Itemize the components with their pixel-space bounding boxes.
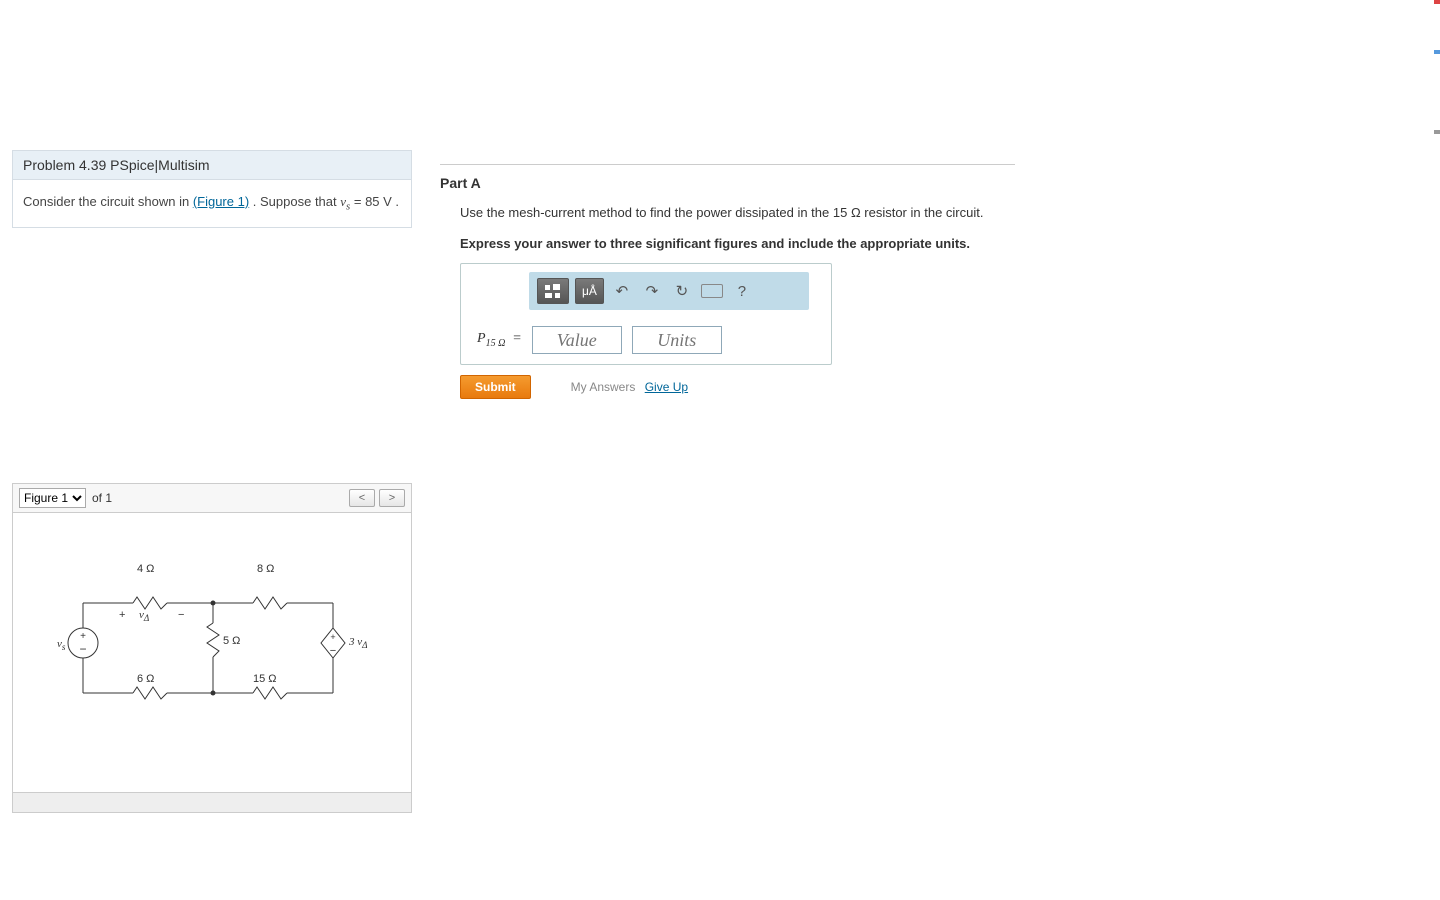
r5-label: 5 Ω xyxy=(223,635,240,647)
submit-button[interactable]: Submit xyxy=(460,375,531,399)
units-input[interactable] xyxy=(632,326,722,354)
figure-header: Figure 1 of 1 < > xyxy=(12,483,412,513)
r15-label: 15 Ω xyxy=(253,673,277,685)
svg-text:−: − xyxy=(330,645,336,657)
scroll-mark xyxy=(1434,50,1440,54)
figure-footer xyxy=(12,793,412,813)
templates-icon xyxy=(544,283,562,299)
aux-links: My Answers Give Up xyxy=(571,380,688,394)
redo-button[interactable]: ↷ xyxy=(640,278,664,304)
units-button[interactable]: μÅ xyxy=(575,278,604,304)
given-eq: = 85 V . xyxy=(350,194,399,209)
vdelta-plus: + xyxy=(119,609,125,621)
give-up-link[interactable]: Give Up xyxy=(645,380,688,394)
undo-button[interactable]: ↶ xyxy=(610,278,634,304)
vs-label: vs xyxy=(57,638,65,652)
svg-text:+: + xyxy=(80,631,86,642)
question-text: Use the mesh-current method to find the … xyxy=(460,205,1040,220)
value-input[interactable] xyxy=(532,326,622,354)
instruction-text: Express your answer to three significant… xyxy=(460,236,1040,251)
r8-label: 8 Ω xyxy=(257,563,274,575)
part-label: Part A xyxy=(440,175,1040,191)
svg-text:+: + xyxy=(330,632,335,642)
r4-label: 4 Ω xyxy=(137,563,154,575)
problem-statement: Consider the circuit shown in (Figure 1)… xyxy=(12,179,412,228)
keyboard-button[interactable] xyxy=(700,278,724,304)
figure-of-text: of 1 xyxy=(92,491,112,505)
scrollbar-marks xyxy=(1434,0,1440,900)
figure-body: + − + − xyxy=(12,513,412,793)
answer-toolbar: μÅ ↶ ↷ ↻ ? xyxy=(529,272,809,310)
figure-link[interactable]: (Figure 1) xyxy=(193,194,249,209)
templates-button[interactable] xyxy=(537,278,569,304)
prompt-suffix: . Suppose that xyxy=(249,194,340,209)
circuit-diagram: + − + − xyxy=(63,573,383,743)
prompt-prefix: Consider the circuit shown in xyxy=(23,194,193,209)
figure-select[interactable]: Figure 1 xyxy=(19,488,86,508)
answer-box: μÅ ↶ ↷ ↻ ? P15 Ω = xyxy=(460,263,832,365)
help-button[interactable]: ? xyxy=(730,278,754,304)
reset-button[interactable]: ↻ xyxy=(670,278,694,304)
figure-prev-button[interactable]: < xyxy=(349,489,375,507)
figure-next-button[interactable]: > xyxy=(379,489,405,507)
r6-label: 6 Ω xyxy=(137,673,154,685)
vdelta-label: vΔ xyxy=(139,609,149,623)
vdelta-minus: − xyxy=(178,609,184,621)
keyboard-icon xyxy=(701,284,723,298)
dep-label: 3 vΔ xyxy=(349,636,368,650)
problem-title: Problem 4.39 PSpice|Multisim xyxy=(12,150,412,180)
my-answers-text: My Answers xyxy=(571,380,636,394)
divider xyxy=(440,164,1015,165)
scroll-mark xyxy=(1434,130,1440,134)
answer-variable: P15 Ω = xyxy=(477,331,522,349)
svg-text:−: − xyxy=(79,642,86,656)
scroll-mark xyxy=(1434,0,1440,4)
